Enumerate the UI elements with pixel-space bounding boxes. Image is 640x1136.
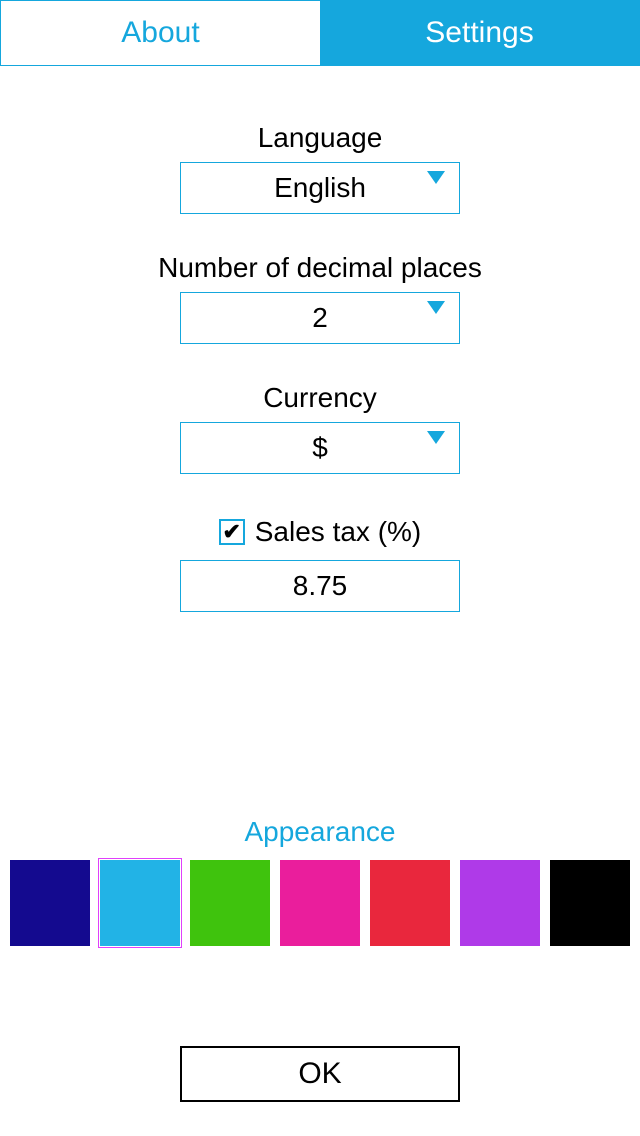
sales-tax-label: Sales tax (%) <box>255 516 422 548</box>
currency-select[interactable]: $ <box>180 422 460 474</box>
ok-button[interactable]: OK <box>180 1046 460 1102</box>
decimals-select[interactable]: 2 <box>180 292 460 344</box>
tab-settings-label: Settings <box>425 16 533 50</box>
decimals-group: Number of decimal places 2 <box>158 252 482 344</box>
sales-tax-row: ✔ Sales tax (%) <box>219 516 422 548</box>
decimals-label: Number of decimal places <box>158 252 482 284</box>
color-swatch[interactable] <box>100 860 180 946</box>
language-label: Language <box>258 122 383 154</box>
sales-tax-checkbox[interactable]: ✔ <box>219 519 245 545</box>
chevron-down-icon <box>427 171 445 184</box>
tab-about-label: About <box>121 16 199 50</box>
currency-group: Currency $ <box>180 382 460 474</box>
color-swatch[interactable] <box>370 860 450 946</box>
color-swatch[interactable] <box>190 860 270 946</box>
color-swatches <box>0 860 640 946</box>
tab-bar: About Settings <box>0 0 640 66</box>
sales-tax-value: 8.75 <box>293 570 348 602</box>
appearance-title: Appearance <box>244 816 395 848</box>
language-value: English <box>274 172 366 204</box>
settings-form: Language English Number of decimal place… <box>0 66 640 612</box>
currency-value: $ <box>312 432 328 464</box>
color-swatch[interactable] <box>280 860 360 946</box>
sales-tax-input[interactable]: 8.75 <box>180 560 460 612</box>
language-group: Language English <box>180 122 460 214</box>
check-icon: ✔ <box>223 521 241 543</box>
tab-settings[interactable]: Settings <box>320 1 639 65</box>
language-select[interactable]: English <box>180 162 460 214</box>
appearance-section: Appearance <box>0 816 640 946</box>
color-swatch[interactable] <box>550 860 630 946</box>
color-swatch[interactable] <box>10 860 90 946</box>
color-swatch[interactable] <box>460 860 540 946</box>
decimals-value: 2 <box>312 302 328 334</box>
ok-button-label: OK <box>298 1057 341 1091</box>
chevron-down-icon <box>427 301 445 314</box>
chevron-down-icon <box>427 431 445 444</box>
tab-about[interactable]: About <box>1 1 320 65</box>
currency-label: Currency <box>263 382 377 414</box>
